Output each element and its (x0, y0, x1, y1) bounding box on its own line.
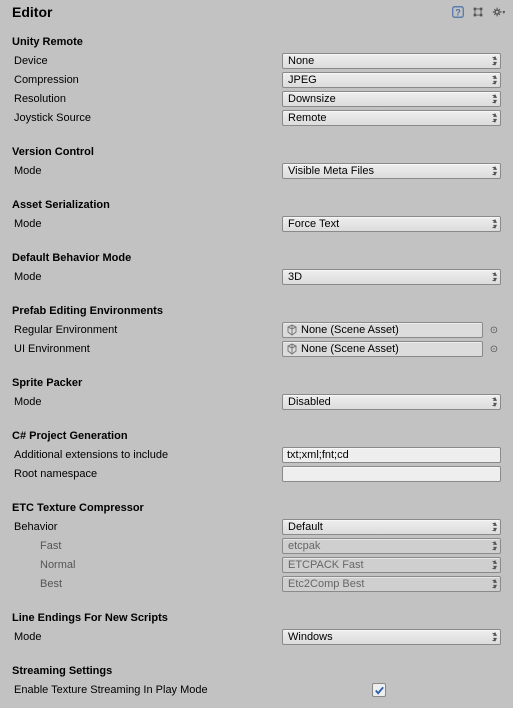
section-title: Sprite Packer (12, 369, 501, 392)
etc-normal-dropdown: ETCPACK Fast▴▾ (282, 557, 501, 573)
fast-label: Fast (12, 540, 282, 552)
gear-icon[interactable]: ▾ (491, 5, 505, 19)
best-label: Best (12, 578, 282, 590)
header-toolbar: ? ▾ (451, 5, 505, 19)
mode-label: Mode (12, 218, 282, 230)
section-title: Unity Remote (12, 28, 501, 51)
help-icon[interactable]: ? (451, 5, 465, 19)
mode-label: Mode (12, 631, 282, 643)
joystick-dropdown[interactable]: Remote▴▾ (282, 110, 501, 126)
resolution-label: Resolution (12, 93, 282, 105)
line-endings-dropdown[interactable]: Windows▴▾ (282, 629, 501, 645)
svg-text:▾: ▾ (502, 9, 505, 16)
section-title: Asset Serialization (12, 191, 501, 214)
namespace-label: Root namespace (12, 468, 282, 480)
normal-label: Normal (12, 559, 282, 571)
section-sprite-packer: Sprite Packer Mode Disabled▴▾ (0, 367, 513, 420)
section-etc-compressor: ETC Texture Compressor Behavior Default▴… (0, 492, 513, 602)
section-title: C# Project Generation (12, 422, 501, 445)
page-title: Editor (12, 4, 451, 20)
section-version-control: Version Control Mode Visible Meta Files▴… (0, 136, 513, 189)
section-title: Default Behavior Mode (12, 244, 501, 267)
enable-streaming-checkbox[interactable] (372, 683, 386, 697)
device-label: Device (12, 55, 282, 67)
section-asset-serialization: Asset Serialization Mode Force Text▴▾ (0, 189, 513, 242)
mode-label: Mode (12, 396, 282, 408)
extensions-label: Additional extensions to include (12, 449, 282, 461)
cube-icon (286, 324, 298, 336)
behavior-label: Behavior (12, 521, 282, 533)
section-unity-remote: Unity Remote Device None▴▾ Compression J… (0, 26, 513, 136)
etc-fast-dropdown: etcpak▴▾ (282, 538, 501, 554)
enable-streaming-label: Enable Texture Streaming In Play Mode (12, 684, 372, 696)
section-default-behavior: Default Behavior Mode Mode 3D▴▾ (0, 242, 513, 295)
section-line-endings: Line Endings For New Scripts Mode Window… (0, 602, 513, 655)
mode-label: Mode (12, 271, 282, 283)
panel-header: Editor ? ▾ (0, 0, 513, 26)
section-title: Streaming Settings (12, 657, 501, 680)
compression-label: Compression (12, 74, 282, 86)
section-title: Version Control (12, 138, 501, 161)
extensions-input[interactable]: txt;xml;fnt;cd (282, 447, 501, 463)
device-dropdown[interactable]: None▴▾ (282, 53, 501, 69)
section-title: Prefab Editing Environments (12, 297, 501, 320)
ui-env-label: UI Environment (12, 343, 282, 355)
etc-best-dropdown: Etc2Comp Best▴▾ (282, 576, 501, 592)
resolution-dropdown[interactable]: Downsize▴▾ (282, 91, 501, 107)
section-title: ETC Texture Compressor (12, 494, 501, 517)
object-picker-icon[interactable]: ⊙ (487, 323, 501, 337)
compression-dropdown[interactable]: JPEG▴▾ (282, 72, 501, 88)
object-picker-icon[interactable]: ⊙ (487, 342, 501, 356)
section-prefab-env: Prefab Editing Environments Regular Envi… (0, 295, 513, 367)
svg-text:?: ? (455, 8, 460, 18)
behavior-mode-dropdown[interactable]: 3D▴▾ (282, 269, 501, 285)
section-csharp-gen: C# Project Generation Additional extensi… (0, 420, 513, 492)
serialization-mode-dropdown[interactable]: Force Text▴▾ (282, 216, 501, 232)
joystick-label: Joystick Source (12, 112, 282, 124)
cube-icon (286, 343, 298, 355)
etc-behavior-dropdown[interactable]: Default▴▾ (282, 519, 501, 535)
section-streaming: Streaming Settings Enable Texture Stream… (0, 655, 513, 708)
ui-env-field[interactable]: None (Scene Asset) (282, 341, 483, 357)
presets-icon[interactable] (471, 5, 485, 19)
vc-mode-dropdown[interactable]: Visible Meta Files▴▾ (282, 163, 501, 179)
namespace-input[interactable] (282, 466, 501, 482)
section-title: Line Endings For New Scripts (12, 604, 501, 627)
regular-env-label: Regular Environment (12, 324, 282, 336)
sprite-packer-dropdown[interactable]: Disabled▴▾ (282, 394, 501, 410)
regular-env-field[interactable]: None (Scene Asset) (282, 322, 483, 338)
mode-label: Mode (12, 165, 282, 177)
check-icon (374, 685, 385, 696)
